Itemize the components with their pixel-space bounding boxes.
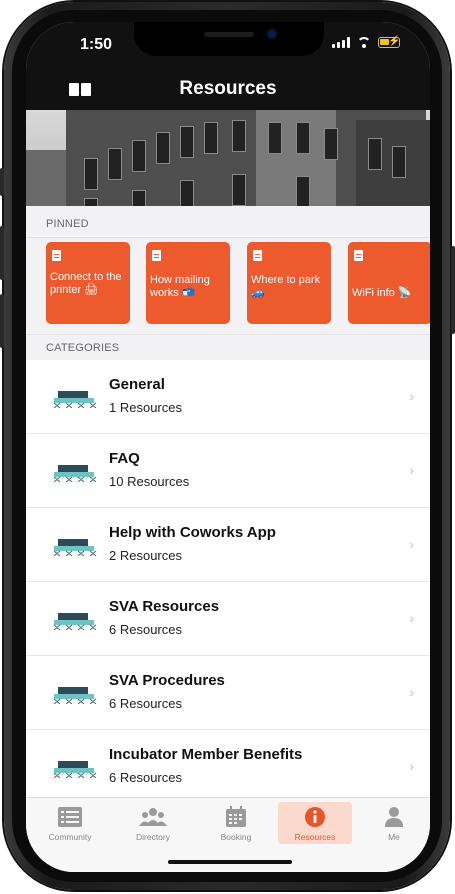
- category-title: Incubator Member Benefits: [109, 746, 303, 763]
- list-item[interactable]: SVA Resources 6 Resources ›: [26, 582, 430, 656]
- notch: [134, 22, 324, 56]
- category-count: 6 Resources: [109, 696, 182, 711]
- chevron-right-icon: ›: [409, 536, 414, 552]
- document-icon: [152, 250, 161, 261]
- tab-me[interactable]: Me: [360, 802, 428, 844]
- app-header: 1:50 ⚡ Resources: [26, 22, 430, 110]
- people-icon: [139, 808, 167, 826]
- wifi-icon: [357, 37, 371, 48]
- tab-label: Resources: [294, 832, 336, 842]
- list-item[interactable]: FAQ 10 Resources ›: [26, 434, 430, 508]
- tab-label: Me: [388, 832, 400, 842]
- chevron-right-icon: ›: [409, 388, 414, 404]
- document-icon: [354, 250, 363, 261]
- category-count: 10 Resources: [109, 474, 190, 489]
- tab-community[interactable]: Community: [36, 802, 104, 844]
- document-icon: [253, 250, 262, 261]
- pinned-card-label: How mailing works 📬: [150, 274, 210, 299]
- workspace-icon: [53, 391, 97, 408]
- calendar-icon: [226, 806, 246, 827]
- volume-down-button: [0, 294, 4, 348]
- battery-icon: ⚡: [378, 36, 400, 48]
- category-title: General: [109, 376, 165, 393]
- list-item[interactable]: SVA Procedures 6 Resources ›: [26, 656, 430, 730]
- chevron-right-icon: ›: [409, 462, 414, 478]
- list-item[interactable]: General 1 Resources ›: [26, 360, 430, 434]
- list-icon: [58, 807, 82, 827]
- speaker-grille: [204, 32, 254, 37]
- workspace-icon: [53, 465, 97, 482]
- person-icon: [385, 807, 403, 827]
- camera-icon: [268, 30, 276, 38]
- category-count: 6 Resources: [109, 622, 182, 637]
- workspace-icon: [53, 687, 97, 704]
- app-screen: 1:50 ⚡ Resources PINNED Connect to the p…: [26, 22, 430, 872]
- category-title: Help with Coworks App: [109, 524, 276, 541]
- signal-icon: [332, 37, 350, 48]
- category-count: 2 Resources: [109, 548, 182, 563]
- home-indicator: [168, 860, 292, 864]
- pinned-list: Connect to the printer 🖨 How mailing wor…: [26, 237, 430, 335]
- status-indicators: ⚡: [332, 36, 400, 48]
- category-title: SVA Procedures: [109, 672, 225, 689]
- categories-list: General 1 Resources › FAQ 10 Resources ›…: [26, 360, 430, 804]
- tab-label: Community: [48, 832, 92, 842]
- header-building-image: [26, 110, 430, 206]
- info-icon: [305, 807, 325, 827]
- category-count: 1 Resources: [109, 400, 182, 415]
- document-icon: [52, 250, 61, 261]
- chevron-right-icon: ›: [409, 684, 414, 700]
- category-count: 6 Resources: [109, 770, 182, 785]
- pinned-card-label: WiFi info 📡: [352, 287, 412, 299]
- volume-up-button: [0, 226, 4, 280]
- workspace-icon: [53, 539, 97, 556]
- power-button: [451, 246, 455, 334]
- category-title: FAQ: [109, 450, 140, 467]
- tab-label: Booking: [220, 832, 252, 842]
- tab-resources[interactable]: Resources: [278, 802, 352, 844]
- pinned-card-connect-printer[interactable]: Connect to the printer 🖨: [46, 242, 130, 324]
- tab-directory[interactable]: Directory: [119, 802, 187, 844]
- mute-switch: [0, 168, 4, 196]
- tab-booking[interactable]: Booking: [202, 802, 270, 844]
- pinned-card-parking[interactable]: Where to park 🚙: [247, 242, 331, 324]
- workspace-icon: [53, 761, 97, 778]
- list-item[interactable]: Incubator Member Benefits 6 Resources ›: [26, 730, 430, 804]
- categories-section-label: CATEGORIES: [46, 342, 120, 354]
- pinned-card-label: Connect to the printer 🖨: [50, 271, 122, 296]
- workspace-icon: [53, 613, 97, 630]
- chevron-right-icon: ›: [409, 610, 414, 626]
- chevron-right-icon: ›: [409, 758, 414, 774]
- pinned-card-wifi[interactable]: WiFi info 📡: [348, 242, 430, 324]
- category-title: SVA Resources: [109, 598, 220, 615]
- pinned-card-label: Where to park 🚙: [251, 274, 321, 299]
- pinned-section-label: PINNED: [46, 218, 89, 230]
- status-time: 1:50: [80, 36, 113, 53]
- list-item[interactable]: Help with Coworks App 2 Resources ›: [26, 508, 430, 582]
- page-title: Resources: [179, 78, 277, 99]
- tab-label: Directory: [135, 832, 170, 842]
- pinned-card-mailing[interactable]: How mailing works 📬: [146, 242, 230, 324]
